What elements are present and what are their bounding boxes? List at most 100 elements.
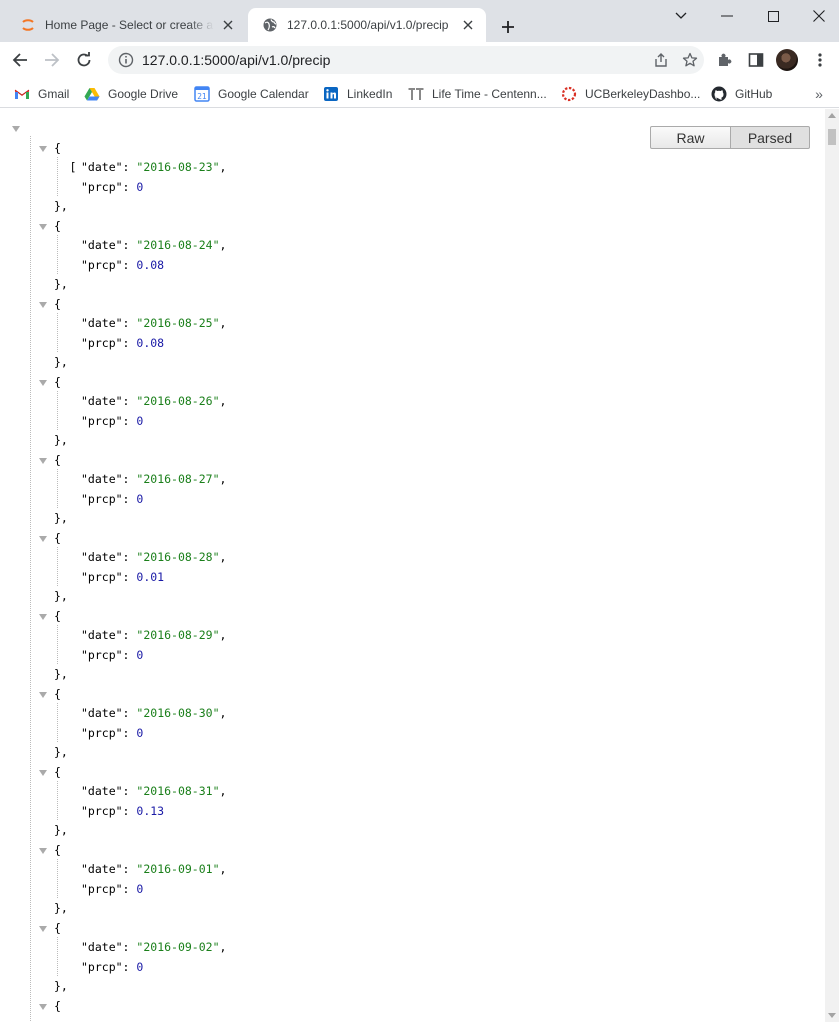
prcp-value: 0	[136, 179, 144, 194]
collapse-toggle-icon[interactable]	[39, 457, 47, 464]
json-records: {"date": "2016-08-23", "prcp": 0},{"date"…	[0, 139, 825, 1017]
bookmark-google-calendar[interactable]: 21 Google Calendar	[194, 83, 309, 105]
json-key: "prcp"	[81, 881, 123, 896]
minimize-button[interactable]	[704, 0, 750, 32]
collapse-toggle-icon[interactable]	[12, 126, 20, 132]
json-field-date: "date": "2016-08-30",	[0, 703, 825, 742]
collapse-toggle-icon[interactable]	[39, 379, 47, 386]
bookmark-label: Gmail	[38, 87, 70, 101]
json-object-open: {	[0, 217, 825, 237]
json-object-open: {	[0, 295, 825, 315]
comma: ,	[219, 940, 227, 954]
collapse-toggle-icon[interactable]	[39, 145, 47, 152]
tab-home-page[interactable]: Home Page - Select or create a notebook	[6, 8, 246, 42]
side-panel-button[interactable]	[742, 46, 770, 74]
brace: },	[54, 823, 68, 837]
back-button[interactable]	[6, 46, 34, 74]
extensions-button[interactable]	[710, 46, 738, 74]
menu-button[interactable]	[806, 46, 834, 74]
colon: :	[122, 335, 137, 350]
bookmark-life-time[interactable]: Life Time - Centenn...	[408, 83, 547, 105]
new-tab-button[interactable]	[496, 15, 520, 39]
brace: },	[54, 355, 68, 369]
close-window-button[interactable]	[796, 0, 839, 32]
close-tab-icon[interactable]	[460, 17, 476, 33]
brace: {	[54, 920, 61, 935]
json-key: "date"	[81, 784, 123, 798]
json-object-close: },	[0, 899, 825, 919]
colon: :	[122, 179, 137, 194]
collapse-toggle-icon[interactable]	[39, 769, 47, 776]
parsed-button[interactable]: Parsed	[731, 126, 810, 149]
colon: :	[122, 628, 137, 642]
reload-button[interactable]	[70, 46, 98, 74]
scroll-up-icon[interactable]	[828, 113, 836, 118]
prcp-value: 0	[136, 881, 144, 896]
quote: "	[212, 160, 220, 174]
share-icon[interactable]	[648, 46, 676, 74]
quote: "	[212, 628, 220, 642]
forward-button[interactable]	[38, 46, 66, 74]
json-object-open: {	[0, 919, 825, 939]
json-key: "date"	[81, 238, 123, 252]
tab-search-button[interactable]	[658, 0, 704, 32]
close-tab-icon[interactable]	[220, 17, 236, 33]
address-bar[interactable]: 127.0.0.1:5000/api/v1.0/precip	[108, 46, 704, 74]
tab-precip[interactable]: 127.0.0.1:5000/api/v1.0/precip	[248, 8, 486, 42]
vertical-scrollbar[interactable]	[825, 109, 839, 1022]
json-key: "prcp"	[81, 803, 123, 818]
json-string-value: "2016-08-24"	[136, 238, 219, 252]
quote: "	[212, 862, 220, 876]
scroll-down-icon[interactable]	[828, 1013, 836, 1018]
more-vert-icon	[818, 53, 822, 67]
maximize-icon	[767, 10, 779, 22]
bookmarks-overflow-button[interactable]: »	[810, 86, 828, 102]
collapse-toggle-icon[interactable]	[39, 223, 47, 230]
brace: },	[54, 433, 68, 447]
bookmark-google-drive[interactable]: Google Drive	[84, 83, 178, 105]
collapse-toggle-icon[interactable]	[39, 847, 47, 854]
bookmark-star-icon[interactable]	[676, 46, 704, 74]
puzzle-icon	[719, 53, 732, 66]
json-object-open: {	[0, 373, 825, 393]
json-object-close: },	[0, 275, 825, 295]
collapse-toggle-icon[interactable]	[39, 925, 47, 932]
json-field-prcp: "prcp": 0.08	[0, 334, 825, 354]
google-calendar-icon: 21	[194, 86, 210, 102]
colon: :	[122, 394, 137, 408]
bookmark-ucberkeley-dashboard[interactable]: UCBerkeleyDashbo...	[561, 83, 700, 105]
brace: {	[54, 764, 61, 779]
json-field-date: "date": "2016-08-31",	[0, 781, 825, 820]
brace: {	[54, 140, 61, 155]
json-string-value: "2016-09-02"	[136, 940, 219, 954]
collapse-toggle-icon[interactable]	[39, 535, 47, 542]
scroll-thumb[interactable]	[828, 129, 836, 145]
bookmark-label: Google Calendar	[218, 87, 309, 101]
json-object-open: {	[0, 529, 825, 549]
brace: },	[54, 979, 68, 993]
json-string-value: "2016-08-30"	[136, 706, 219, 720]
profile-avatar[interactable]	[776, 49, 798, 71]
json-key: "prcp"	[81, 335, 123, 350]
bookmark-gmail[interactable]: Gmail	[14, 83, 69, 105]
brace: },	[54, 277, 68, 291]
collapse-toggle-icon[interactable]	[39, 1003, 47, 1010]
bookmark-github[interactable]: GitHub	[711, 83, 772, 105]
json-key: "date"	[81, 550, 123, 564]
json-key: "date"	[81, 160, 123, 174]
raw-button[interactable]: Raw	[650, 126, 731, 149]
bookmark-label: Google Drive	[108, 87, 179, 101]
brace: },	[54, 745, 68, 759]
maximize-button[interactable]	[750, 0, 796, 32]
json-field-prcp: "prcp": 0	[0, 958, 825, 978]
collapse-toggle-icon[interactable]	[39, 301, 47, 308]
minimize-icon	[721, 15, 733, 17]
collapse-toggle-icon[interactable]	[39, 691, 47, 698]
comma: ,	[219, 238, 227, 252]
collapse-toggle-icon[interactable]	[39, 613, 47, 620]
bookmark-linkedin[interactable]: LinkedIn	[323, 83, 392, 105]
url-text[interactable]: 127.0.0.1:5000/api/v1.0/precip	[142, 52, 648, 68]
colon: :	[122, 160, 137, 174]
info-icon[interactable]	[118, 52, 134, 68]
json-string-value: "2016-08-26"	[136, 394, 219, 408]
